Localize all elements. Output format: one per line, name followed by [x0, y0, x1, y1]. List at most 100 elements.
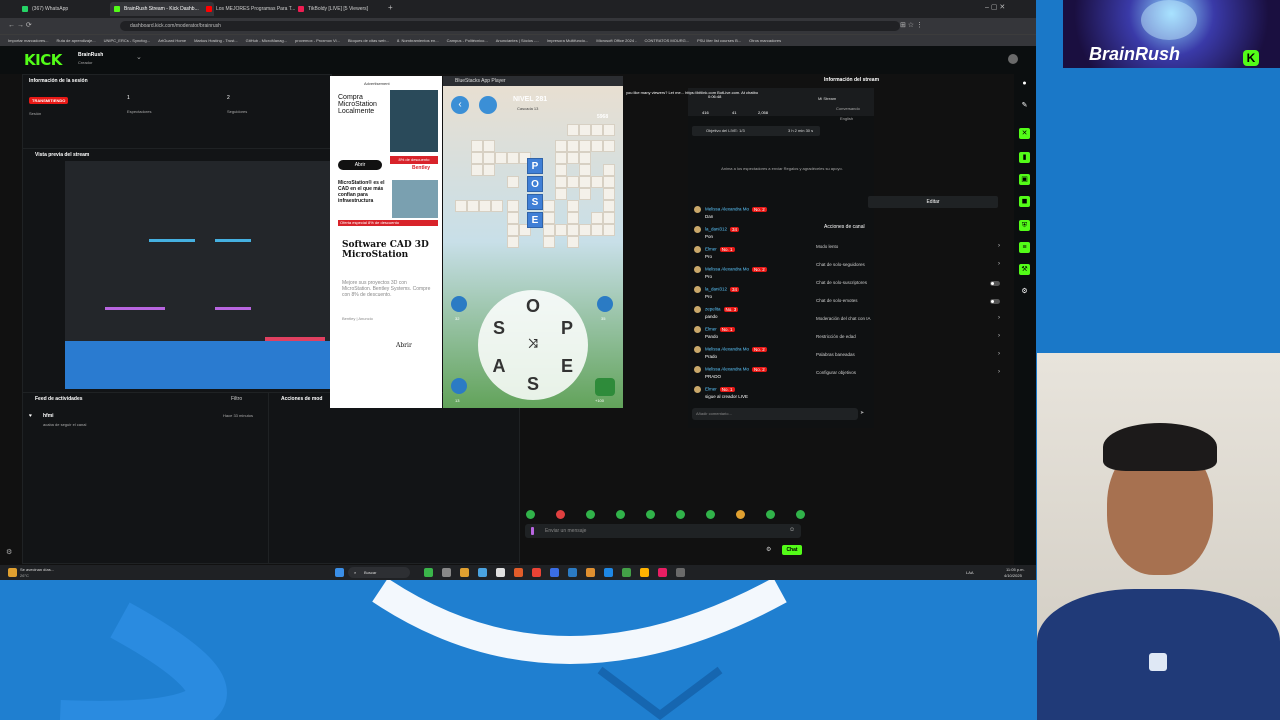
bookmark-item[interactable]: 8. Nombramientos en... [397, 38, 439, 43]
chat-settings-icon[interactable]: ⚙ [766, 546, 771, 553]
emoji-icon[interactable]: ☺ [789, 527, 795, 533]
chevron-right-icon[interactable]: › [998, 261, 1000, 267]
ad-open-button[interactable]: Abrir [338, 160, 382, 170]
wheel-letter[interactable]: A [489, 356, 509, 377]
taskbar-app-icon[interactable] [622, 568, 631, 577]
chat-username[interactable]: la_dani312 [705, 227, 727, 232]
chat-username[interactable]: Melissa Alexandra Mo [705, 367, 749, 372]
taskbar-app-icon[interactable] [424, 568, 433, 577]
chat-username[interactable]: la_dani312 [705, 287, 727, 292]
taskbar-app-icon[interactable] [604, 568, 613, 577]
emote-icon[interactable] [766, 510, 775, 519]
taskbar-app-icon[interactable] [658, 568, 667, 577]
target-hint-icon[interactable] [451, 296, 467, 312]
window-controls[interactable]: – ▢ ✕ [985, 3, 1005, 11]
emote-icon[interactable] [796, 510, 805, 519]
bluestacks-game-window[interactable]: ‹ NIVEL 281 Cascada 13 5968 POSE O S P E… [443, 76, 623, 408]
bookmark-item[interactable]: CONTRATOS MOURG... [645, 38, 690, 43]
emote-icon[interactable] [526, 510, 535, 519]
taskbar-app-icon[interactable] [532, 568, 541, 577]
channel-setting-row[interactable]: Modo lento [816, 244, 838, 249]
goal-bar[interactable]: Objetivo del LIVE: 1/3 3 h 2 min 30 s [692, 126, 820, 136]
tab-kick-dashboard[interactable]: BrainRush Stream - Kick Dashb... [110, 2, 214, 16]
wrench-icon[interactable]: ⚒ [1019, 264, 1030, 275]
bookmark-item[interactable]: GitHub - MicroManag... [246, 38, 287, 43]
toggle-switch[interactable] [990, 281, 1000, 286]
layers-icon[interactable]: ≡ [1019, 242, 1030, 253]
chevron-right-icon[interactable]: › [998, 351, 1000, 357]
chevron-right-icon[interactable]: › [998, 315, 1000, 321]
channel-setting-row[interactable]: Chat de solo-suscriptores [816, 280, 867, 285]
chat-username[interactable]: Elmer [705, 387, 717, 392]
channel-setting-row[interactable]: Chat de solo-emotes [816, 298, 858, 303]
shuffle-icon[interactable]: ⤨ [523, 336, 543, 351]
toggle-switch[interactable] [990, 299, 1000, 304]
edit-button[interactable]: Editar [868, 196, 998, 208]
back-icon[interactable]: ‹ [451, 96, 469, 114]
letter-wheel[interactable]: O S P E A S ⤨ [478, 290, 588, 400]
emote-icon[interactable] [556, 510, 565, 519]
taskbar-search[interactable]: ⌕ Buscar [348, 567, 410, 578]
bookmark-item[interactable]: provemox - Proxmox Vi... [295, 38, 340, 43]
avatar[interactable] [1008, 54, 1018, 64]
taskbar-app-icon[interactable] [568, 568, 577, 577]
emote-icon[interactable] [646, 510, 655, 519]
bookmark-item[interactable]: UNIPC_ERCs - Syncfog... [104, 38, 150, 43]
pencil-icon[interactable]: ✎ [1019, 100, 1030, 111]
chat-username[interactable]: Melissa Alexandra Mo [705, 267, 749, 272]
preview-video[interactable] [65, 161, 331, 389]
advertisement-panel[interactable]: Advertisement Compra MicroStation Localm… [330, 76, 442, 408]
filter-button[interactable]: Filtro [231, 396, 242, 402]
shield-icon[interactable]: ⛨ [1019, 220, 1030, 231]
send-chat-button[interactable]: Chat [782, 545, 802, 555]
emote-icon[interactable] [586, 510, 595, 519]
phone-icon[interactable]: ▮ [1019, 152, 1030, 163]
gear-icon[interactable]: ⚙ [1019, 286, 1030, 297]
chevron-right-icon[interactable]: › [998, 333, 1000, 339]
bookmark-item[interactable]: Bloques de citas web... [348, 38, 389, 43]
windows-start-icon[interactable] [335, 568, 344, 577]
chevron-right-icon[interactable]: › [998, 243, 1000, 249]
channel-setting-row[interactable]: Configurar objetivos [816, 370, 856, 375]
tab-tiktok[interactable]: TikBoldy [LIVE] [5 Viewers] [294, 2, 398, 16]
bookmark-item[interactable]: Ruta de aprendizaje... [56, 38, 95, 43]
emote-icon[interactable] [706, 510, 715, 519]
taskbar-app-icon[interactable] [586, 568, 595, 577]
book-icon[interactable] [479, 96, 497, 114]
emote-icon[interactable] [736, 510, 745, 519]
new-tab-button[interactable]: + [388, 3, 393, 12]
chat-username[interactable]: Melissa Alexandra Mo [705, 347, 749, 352]
chevron-right-icon[interactable]: › [998, 369, 1000, 375]
chevron-down-icon[interactable]: ⌄ [136, 53, 142, 61]
copy-icon[interactable]: ▣ [1019, 174, 1030, 185]
bookmark-item[interactable]: Anunciantes | Sócios -... [496, 38, 539, 43]
bookmark-item[interactable]: Importar marcadores... [8, 38, 48, 43]
bulb-hint-icon[interactable] [597, 296, 613, 312]
wheel-letter[interactable]: S [489, 318, 509, 339]
wheel-letter[interactable]: P [557, 318, 577, 339]
emote-icon[interactable] [616, 510, 625, 519]
emote-icon[interactable] [676, 510, 685, 519]
taskbar-app-icon[interactable] [514, 568, 523, 577]
bookmark-item[interactable]: Campus - Politécnico... [447, 38, 488, 43]
channel-setting-row[interactable]: Palabras baneadas [816, 352, 855, 357]
taskbar-app-icon[interactable] [496, 568, 505, 577]
taskbar-app-icon[interactable] [640, 568, 649, 577]
ad-open-link[interactable]: Abrir [396, 342, 412, 349]
bookmark-item[interactable]: Otros marcadores [749, 38, 781, 43]
settings-gear-icon[interactable] [451, 378, 467, 394]
browser-extensions-icon[interactable]: ⊞ ☆ ⋮ [900, 21, 923, 29]
tab-youtube[interactable]: Los MEJORES Programas Para T... [202, 2, 306, 16]
channel-setting-row[interactable]: Chat de solo-seguidores [816, 262, 865, 267]
message-input[interactable]: Enviar un mensaje ☺ [525, 524, 801, 538]
wheel-letter[interactable]: S [523, 374, 543, 395]
channel-setting-row[interactable]: Restricción de edad [816, 334, 856, 339]
bookmark-item[interactable]: Markus Hosting - Trust... [194, 38, 238, 43]
chat-username[interactable]: Elmer [705, 327, 717, 332]
tab-whatsapp[interactable]: (367) WhatsApp [18, 2, 122, 16]
wheel-letter[interactable]: E [557, 356, 577, 377]
taskbar-app-icon[interactable] [442, 568, 451, 577]
nav-buttons[interactable]: ← → ⟳ [8, 21, 32, 29]
video-reward-icon[interactable] [595, 378, 615, 396]
chat-username[interactable]: zepelita [705, 307, 721, 312]
